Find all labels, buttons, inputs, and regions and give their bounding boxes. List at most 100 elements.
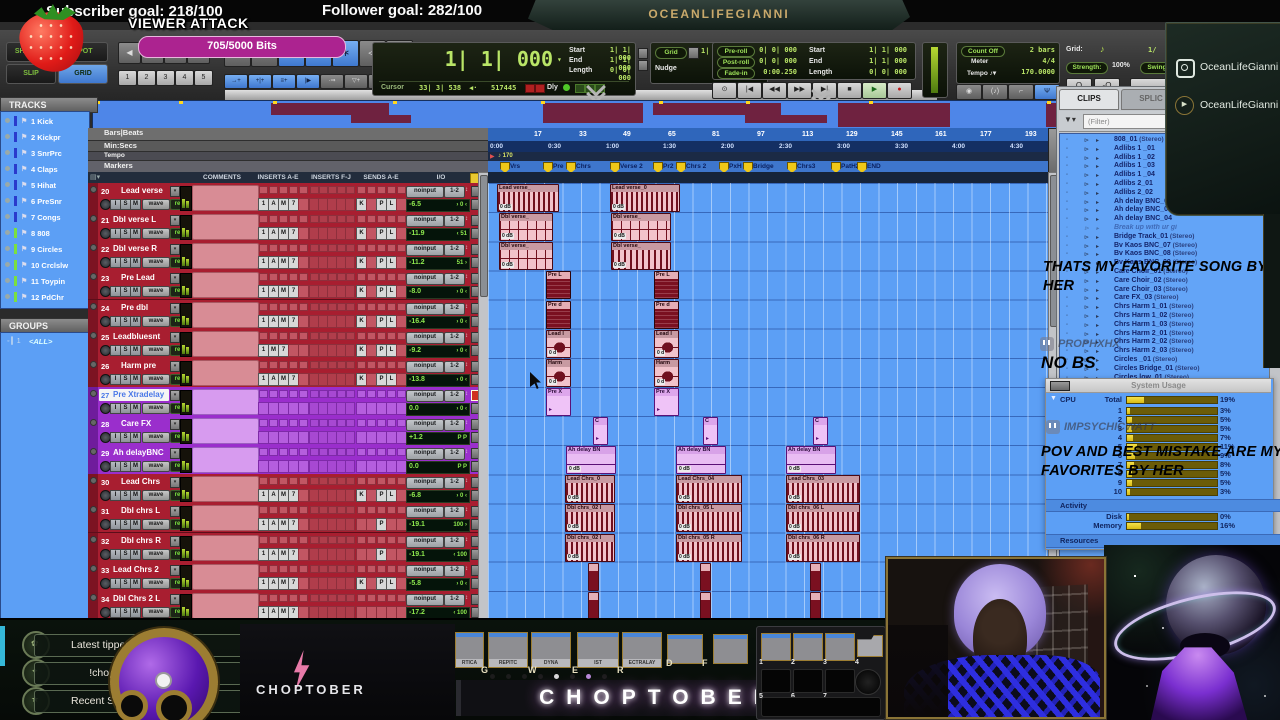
volume-display[interactable]: 0.0 › 0 ‹ xyxy=(406,403,470,416)
pad-wide[interactable] xyxy=(761,697,881,717)
audio-clip[interactable]: Harm 0 d xyxy=(654,359,679,387)
track-util-button[interactable] xyxy=(471,594,478,605)
audio-clip[interactable]: Lead verse_ 0 dB xyxy=(497,184,559,212)
insert-slot-fj[interactable] xyxy=(310,244,319,252)
insert-slot-fj[interactable] xyxy=(328,244,337,252)
audio-clip[interactable]: Dbl chrs_05 L 0 dB xyxy=(676,504,742,532)
insert-slot-fj[interactable] xyxy=(345,227,355,240)
audio-clip[interactable]: Dbl chrs_05 R 0 dB xyxy=(676,534,742,562)
record-arm-icon[interactable] xyxy=(90,273,97,280)
send-slot[interactable] xyxy=(367,419,376,427)
record-arm-icon[interactable] xyxy=(90,448,97,455)
ism-m-button[interactable]: M xyxy=(130,578,141,589)
ruler-label-minsecs[interactable]: Min:Secs xyxy=(88,141,504,152)
audio-clip[interactable]: Ah delay BN 0 dB xyxy=(676,446,726,474)
comments-box[interactable] xyxy=(192,418,259,444)
track-util-button[interactable] xyxy=(471,332,478,343)
insert-slot[interactable] xyxy=(279,215,288,223)
ism-m-button[interactable]: M xyxy=(130,286,141,297)
insert-slot-fj[interactable] xyxy=(346,186,355,194)
insert-slot-fj[interactable] xyxy=(328,506,337,514)
send-slot[interactable] xyxy=(367,448,376,456)
send-slot[interactable] xyxy=(377,536,386,544)
audio-clip[interactable]: Lead Chrs_04 0 dB xyxy=(676,475,742,503)
insert-slot-fj[interactable] xyxy=(345,577,355,590)
plugin-window-thumb[interactable]: REPITC xyxy=(488,632,528,668)
track-util-button[interactable] xyxy=(471,215,478,226)
audio-clip[interactable]: Ah delay BN 0 dB xyxy=(786,446,836,474)
insert-slot-fj[interactable] xyxy=(319,332,328,340)
ism-m-button[interactable]: M xyxy=(130,374,141,385)
output-selector[interactable]: 1-2 xyxy=(444,390,465,402)
output-selector[interactable]: 1-2 xyxy=(444,536,465,548)
comments-box[interactable] xyxy=(192,302,259,328)
volume-display[interactable]: +1.2 P P xyxy=(406,432,470,445)
wave-view-button[interactable]: wave xyxy=(142,432,170,443)
count-off-label[interactable]: Count Off xyxy=(961,46,1005,57)
track-row-21[interactable]: 21Dbl verse L▾ISMwaveread1AM7KPLnoinput1… xyxy=(88,212,478,242)
play-button[interactable]: ▶ xyxy=(862,82,887,99)
pad-black[interactable] xyxy=(793,669,823,693)
track-util-button[interactable] xyxy=(471,273,478,284)
ism-m-button[interactable]: M xyxy=(130,228,141,239)
track-dropdown-icon[interactable]: ▾ xyxy=(170,536,180,547)
tab-clips[interactable]: CLIPS xyxy=(1059,89,1119,110)
input-selector[interactable]: noinput xyxy=(406,419,444,431)
volume-display[interactable]: -8.0 › 0 ‹ xyxy=(406,286,470,299)
send-slot[interactable] xyxy=(377,565,386,573)
insert-slot-fj[interactable] xyxy=(345,518,355,531)
send-slot[interactable] xyxy=(377,390,386,398)
track-util-button[interactable] xyxy=(471,303,478,314)
minsecs-ruler[interactable]: 0:00 0:30 1:00 1:30 2:00 2:30 3:00 3:30 4:00 4:30 xyxy=(488,141,1048,152)
track-row-33[interactable]: 33Lead Chrs 2▾ISMwaveread1AM7KPLnoinput1… xyxy=(88,562,478,592)
audio-clip[interactable] xyxy=(588,563,599,591)
stop-button[interactable]: ■ xyxy=(837,82,862,99)
send-slot[interactable] xyxy=(357,448,366,456)
strength-label[interactable]: Strength: xyxy=(1066,62,1108,74)
insert-slot-5[interactable] xyxy=(298,315,309,328)
insert-slot-fj[interactable] xyxy=(319,244,328,252)
clip-list-item[interactable]: ◦ ⊳ ▸ Chrs Harm 1_01 (Stereo) xyxy=(1062,303,1268,312)
insert-slot-fj[interactable] xyxy=(328,390,337,398)
zoom-preset-2[interactable]: 2 xyxy=(137,70,156,86)
input-selector[interactable]: noinput xyxy=(406,186,444,198)
insert-slot[interactable] xyxy=(289,477,298,485)
insert-slot-fj[interactable] xyxy=(319,448,328,456)
insert-slot[interactable] xyxy=(299,244,308,252)
insert-slot[interactable] xyxy=(279,273,288,281)
send-slot[interactable] xyxy=(397,303,406,311)
insert-slot[interactable] xyxy=(289,565,298,573)
insert-slot-fj[interactable] xyxy=(328,565,337,573)
insert-slot-fj[interactable] xyxy=(345,489,355,502)
insert-slot[interactable] xyxy=(279,536,288,544)
insert-slot-fj[interactable] xyxy=(319,186,328,194)
insert-slot-fj[interactable] xyxy=(337,506,346,514)
ism-m-button[interactable]: M xyxy=(130,316,141,327)
insert-slot[interactable] xyxy=(259,536,268,544)
ism-m-button[interactable]: M xyxy=(130,345,141,356)
insert-slot[interactable] xyxy=(279,361,288,369)
plugin-window-thumb[interactable] xyxy=(713,634,748,664)
insert-slot-fj[interactable] xyxy=(345,344,355,357)
insert-slot[interactable] xyxy=(299,594,308,602)
volume-display[interactable]: -5.8 › 0 ‹ xyxy=(406,578,470,591)
send-slot[interactable] xyxy=(397,565,406,573)
insert-slot-5[interactable] xyxy=(298,518,309,531)
track-name-box[interactable]: 27 Pre Xtradelay xyxy=(99,389,169,401)
insert-slot-fj[interactable] xyxy=(319,536,328,544)
track-name-box[interactable]: 26 Harm pre xyxy=(99,360,169,372)
preroll-button[interactable]: ⊙ xyxy=(712,82,737,99)
record-arm-icon[interactable] xyxy=(90,536,97,543)
comments-box[interactable] xyxy=(192,243,259,269)
insert-slot[interactable] xyxy=(269,361,278,369)
input-selector[interactable]: noinput xyxy=(406,332,444,344)
io-expand-icon[interactable]: ↕ xyxy=(465,537,468,543)
track-row-32[interactable]: 32Dbl chrs R▾ISMwaveread1AM7Pnoinput1-2↕… xyxy=(88,533,478,563)
volume-display[interactable]: -19.1 ‹ 100 xyxy=(406,549,470,562)
insert-slot-5[interactable] xyxy=(298,227,309,240)
audio-clip[interactable]: Dbl verse_ 0 dB xyxy=(499,242,553,270)
input-selector[interactable]: noinput xyxy=(406,215,444,227)
send-slot[interactable] xyxy=(367,273,376,281)
plugin-window-thumb[interactable]: RTICA xyxy=(455,632,484,668)
send-slot[interactable] xyxy=(377,448,386,456)
